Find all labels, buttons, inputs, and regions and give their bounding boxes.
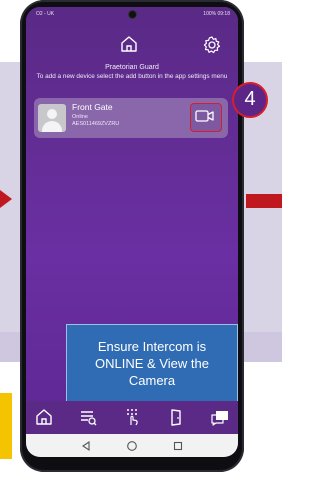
clock: 09:18: [217, 11, 230, 17]
status-bar: O2 - UK 100% 09:18: [26, 7, 238, 21]
yellow-accent: [0, 393, 12, 459]
callout-text: Ensure Intercom is ONLINE & View the Cam…: [95, 339, 209, 388]
view-camera-button[interactable]: [190, 103, 222, 132]
battery-percent: 100%: [203, 11, 217, 17]
video-camera-icon: [195, 110, 214, 122]
right-arrow: [246, 194, 282, 208]
left-arrow: [0, 190, 12, 208]
message-icon[interactable]: [210, 407, 230, 427]
app-title: Praetorian Guard: [105, 64, 159, 71]
home-icon[interactable]: [119, 34, 139, 54]
front-camera: [128, 10, 137, 19]
avatar: [38, 104, 66, 132]
door-icon[interactable]: [166, 407, 186, 427]
carrier-label: O2 - UK: [36, 11, 55, 17]
status-right: 100% 09:18: [203, 11, 230, 17]
step-badge: 4: [232, 82, 268, 118]
tab-home-icon[interactable]: [34, 407, 54, 427]
device-serial: AES011469ZVZRU: [72, 121, 120, 127]
instruction-text: To add a new device select the add butto…: [36, 73, 228, 80]
phone-screen: O2 - UK 100% 09:18 Praetorian Guard To a…: [26, 7, 238, 457]
device-status: Online: [72, 114, 88, 120]
recents-icon[interactable]: [172, 439, 184, 451]
back-icon[interactable]: [80, 439, 92, 452]
keypad-touch-icon[interactable]: [122, 407, 142, 427]
instruction-callout: Ensure Intercom is ONLINE & View the Cam…: [66, 324, 238, 403]
gear-icon[interactable]: [202, 35, 222, 55]
bottom-tab-bar: [26, 401, 238, 434]
system-nav-bar: [26, 434, 238, 457]
home-circle-icon[interactable]: [126, 439, 138, 451]
device-name: Front Gate: [72, 102, 113, 112]
call-log-icon[interactable]: [78, 407, 98, 427]
